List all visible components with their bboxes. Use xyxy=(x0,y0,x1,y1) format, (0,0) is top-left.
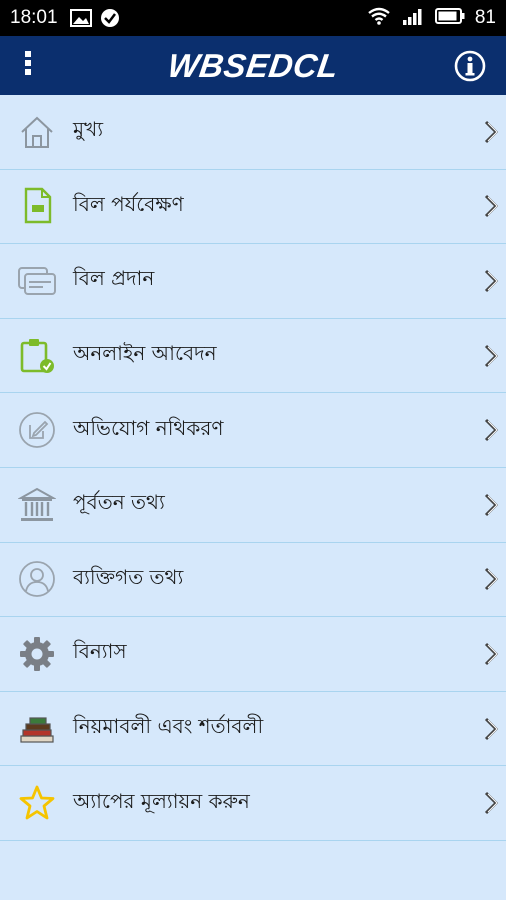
menu-item-rate-app[interactable]: অ্যাপের মূল্যায়ন করুন xyxy=(0,766,506,841)
chevron-right-icon xyxy=(482,268,500,294)
info-icon xyxy=(454,50,486,86)
wifi-icon xyxy=(367,7,391,29)
clipboard-check-icon xyxy=(17,336,57,376)
menu-item-label: পূর্বতন তথ্য xyxy=(73,490,165,515)
bank-building-icon xyxy=(17,485,57,525)
chevron-right-icon xyxy=(482,417,500,443)
chevron-right-icon xyxy=(482,343,500,369)
main-menu-list: মুখ্য বিল পর্যবেক্ষণ বিল প্রদান অনলাইন আ… xyxy=(0,95,506,841)
chevron-right-icon xyxy=(482,193,500,219)
chevron-right-icon xyxy=(482,790,500,816)
menu-item-label: অ্যাপের মূল্যায়ন করুন xyxy=(73,788,250,813)
menu-item-bill-payment[interactable]: বিল প্রদান xyxy=(0,244,506,319)
menu-item-label: মুখ্য xyxy=(73,117,104,142)
chevron-right-icon xyxy=(482,566,500,592)
menu-item-complaint-registration[interactable]: অভিযোগ নথিকরণ xyxy=(0,393,506,468)
menu-item-label: নিয়মাবলী এবং শর্তাবলী xyxy=(73,714,264,739)
status-time: 18:01 xyxy=(10,7,58,28)
bill-document-icon xyxy=(17,186,57,226)
chevron-right-icon xyxy=(482,641,500,667)
image-icon xyxy=(69,9,92,27)
menu-item-label: বিল পর্যবেক্ষণ xyxy=(73,191,184,216)
app-header: WBSEDCL xyxy=(0,36,506,95)
menu-item-home[interactable]: মুখ্য xyxy=(0,95,506,170)
menu-item-online-application[interactable]: অনলাইন আবেদন xyxy=(0,318,506,394)
books-icon xyxy=(17,709,57,749)
signal-icon xyxy=(401,6,425,30)
edit-complaint-icon xyxy=(17,410,57,450)
menu-item-label: অভিযোগ নথিকরণ xyxy=(73,415,224,440)
info-button[interactable] xyxy=(454,50,486,82)
battery-icon xyxy=(434,8,465,28)
chevron-right-icon xyxy=(482,119,500,145)
star-icon xyxy=(17,783,57,823)
menu-item-terms-conditions[interactable]: নিয়মাবলী এবং শর্তাবলী xyxy=(0,691,506,767)
user-profile-icon xyxy=(17,559,57,599)
chevron-right-icon xyxy=(482,492,500,518)
chevron-right-icon xyxy=(482,716,500,742)
app-logo: WBSEDCL xyxy=(165,46,341,84)
menu-item-label: বিল প্রদান xyxy=(73,266,155,291)
status-bar: 18:01 81 xyxy=(0,0,506,36)
menu-item-past-info[interactable]: পূর্বতন তথ্য xyxy=(0,467,506,543)
menu-item-label: বিন্যাস xyxy=(73,639,127,664)
gear-icon xyxy=(17,634,57,674)
check-circle-icon xyxy=(100,8,120,28)
menu-item-settings[interactable]: বিন্যাস xyxy=(0,617,506,692)
overflow-menu-button[interactable] xyxy=(14,50,42,80)
battery-level: 81 xyxy=(474,7,496,28)
menu-item-personal-info[interactable]: ব্যক্তিগত তথ্য xyxy=(0,542,506,618)
overflow-menu-icon xyxy=(24,50,32,80)
menu-item-label: ব্যক্তিগত তথ্য xyxy=(73,564,184,589)
payment-card-icon xyxy=(17,261,57,301)
menu-item-label: অনলাইন আবেদন xyxy=(73,341,217,366)
menu-item-bill-monitoring[interactable]: বিল পর্যবেক্ষণ xyxy=(0,169,506,245)
home-icon xyxy=(17,112,57,152)
